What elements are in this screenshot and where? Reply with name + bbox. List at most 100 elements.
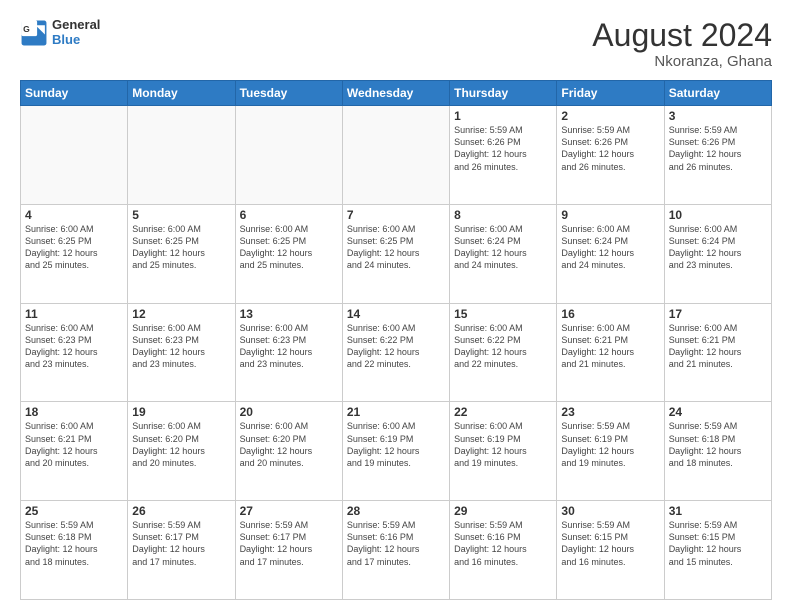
day-info: Sunrise: 5:59 AM Sunset: 6:17 PM Dayligh… (132, 519, 230, 568)
day-info: Sunrise: 6:00 AM Sunset: 6:19 PM Dayligh… (347, 420, 445, 469)
day-info: Sunrise: 6:00 AM Sunset: 6:21 PM Dayligh… (25, 420, 123, 469)
page: G General Blue August 2024 Nkoranza, Gha… (0, 0, 792, 612)
day-number: 11 (25, 307, 123, 321)
day-number: 28 (347, 504, 445, 518)
calendar-cell: 25Sunrise: 5:59 AM Sunset: 6:18 PM Dayli… (21, 501, 128, 600)
calendar-cell: 5Sunrise: 6:00 AM Sunset: 6:25 PM Daylig… (128, 204, 235, 303)
logo-icon: G (20, 19, 48, 47)
day-number: 2 (561, 109, 659, 123)
col-monday: Monday (128, 81, 235, 106)
day-number: 10 (669, 208, 767, 222)
day-info: Sunrise: 5:59 AM Sunset: 6:15 PM Dayligh… (561, 519, 659, 568)
calendar-cell: 31Sunrise: 5:59 AM Sunset: 6:15 PM Dayli… (664, 501, 771, 600)
calendar-cell: 10Sunrise: 6:00 AM Sunset: 6:24 PM Dayli… (664, 204, 771, 303)
calendar-cell: 23Sunrise: 5:59 AM Sunset: 6:19 PM Dayli… (557, 402, 664, 501)
day-info: Sunrise: 6:00 AM Sunset: 6:25 PM Dayligh… (132, 223, 230, 272)
calendar-table: Sunday Monday Tuesday Wednesday Thursday… (20, 80, 772, 600)
week-row-1: 4Sunrise: 6:00 AM Sunset: 6:25 PM Daylig… (21, 204, 772, 303)
day-number: 6 (240, 208, 338, 222)
day-number: 13 (240, 307, 338, 321)
col-tuesday: Tuesday (235, 81, 342, 106)
day-number: 23 (561, 405, 659, 419)
day-info: Sunrise: 5:59 AM Sunset: 6:18 PM Dayligh… (669, 420, 767, 469)
day-info: Sunrise: 6:00 AM Sunset: 6:25 PM Dayligh… (25, 223, 123, 272)
day-info: Sunrise: 6:00 AM Sunset: 6:23 PM Dayligh… (240, 322, 338, 371)
week-row-4: 25Sunrise: 5:59 AM Sunset: 6:18 PM Dayli… (21, 501, 772, 600)
calendar-cell: 21Sunrise: 6:00 AM Sunset: 6:19 PM Dayli… (342, 402, 449, 501)
week-row-2: 11Sunrise: 6:00 AM Sunset: 6:23 PM Dayli… (21, 303, 772, 402)
col-saturday: Saturday (664, 81, 771, 106)
calendar-header-row: Sunday Monday Tuesday Wednesday Thursday… (21, 81, 772, 106)
day-number: 15 (454, 307, 552, 321)
day-info: Sunrise: 6:00 AM Sunset: 6:21 PM Dayligh… (669, 322, 767, 371)
day-info: Sunrise: 6:00 AM Sunset: 6:25 PM Dayligh… (240, 223, 338, 272)
day-number: 14 (347, 307, 445, 321)
day-number: 30 (561, 504, 659, 518)
day-info: Sunrise: 6:00 AM Sunset: 6:23 PM Dayligh… (132, 322, 230, 371)
day-number: 18 (25, 405, 123, 419)
calendar-cell: 2Sunrise: 5:59 AM Sunset: 6:26 PM Daylig… (557, 106, 664, 205)
calendar-cell: 12Sunrise: 6:00 AM Sunset: 6:23 PM Dayli… (128, 303, 235, 402)
day-number: 3 (669, 109, 767, 123)
calendar-cell: 30Sunrise: 5:59 AM Sunset: 6:15 PM Dayli… (557, 501, 664, 600)
day-number: 7 (347, 208, 445, 222)
day-info: Sunrise: 6:00 AM Sunset: 6:24 PM Dayligh… (561, 223, 659, 272)
calendar-cell: 14Sunrise: 6:00 AM Sunset: 6:22 PM Dayli… (342, 303, 449, 402)
calendar-cell: 13Sunrise: 6:00 AM Sunset: 6:23 PM Dayli… (235, 303, 342, 402)
title-block: August 2024 Nkoranza, Ghana (592, 18, 772, 70)
day-info: Sunrise: 6:00 AM Sunset: 6:20 PM Dayligh… (132, 420, 230, 469)
day-info: Sunrise: 5:59 AM Sunset: 6:26 PM Dayligh… (454, 124, 552, 173)
day-info: Sunrise: 6:00 AM Sunset: 6:24 PM Dayligh… (669, 223, 767, 272)
day-info: Sunrise: 5:59 AM Sunset: 6:15 PM Dayligh… (669, 519, 767, 568)
calendar-cell (128, 106, 235, 205)
calendar-cell: 28Sunrise: 5:59 AM Sunset: 6:16 PM Dayli… (342, 501, 449, 600)
day-info: Sunrise: 5:59 AM Sunset: 6:18 PM Dayligh… (25, 519, 123, 568)
calendar-cell: 8Sunrise: 6:00 AM Sunset: 6:24 PM Daylig… (450, 204, 557, 303)
day-number: 19 (132, 405, 230, 419)
day-info: Sunrise: 6:00 AM Sunset: 6:21 PM Dayligh… (561, 322, 659, 371)
col-wednesday: Wednesday (342, 81, 449, 106)
calendar-cell: 17Sunrise: 6:00 AM Sunset: 6:21 PM Dayli… (664, 303, 771, 402)
day-number: 16 (561, 307, 659, 321)
header: G General Blue August 2024 Nkoranza, Gha… (20, 18, 772, 70)
day-number: 25 (25, 504, 123, 518)
day-info: Sunrise: 6:00 AM Sunset: 6:20 PM Dayligh… (240, 420, 338, 469)
svg-text:G: G (23, 24, 30, 34)
calendar-cell: 6Sunrise: 6:00 AM Sunset: 6:25 PM Daylig… (235, 204, 342, 303)
day-info: Sunrise: 6:00 AM Sunset: 6:19 PM Dayligh… (454, 420, 552, 469)
day-number: 31 (669, 504, 767, 518)
calendar-cell: 3Sunrise: 5:59 AM Sunset: 6:26 PM Daylig… (664, 106, 771, 205)
day-number: 27 (240, 504, 338, 518)
day-number: 21 (347, 405, 445, 419)
calendar-cell: 24Sunrise: 5:59 AM Sunset: 6:18 PM Dayli… (664, 402, 771, 501)
day-info: Sunrise: 5:59 AM Sunset: 6:17 PM Dayligh… (240, 519, 338, 568)
day-number: 29 (454, 504, 552, 518)
col-thursday: Thursday (450, 81, 557, 106)
day-info: Sunrise: 5:59 AM Sunset: 6:16 PM Dayligh… (454, 519, 552, 568)
calendar-cell: 4Sunrise: 6:00 AM Sunset: 6:25 PM Daylig… (21, 204, 128, 303)
calendar-cell: 19Sunrise: 6:00 AM Sunset: 6:20 PM Dayli… (128, 402, 235, 501)
day-info: Sunrise: 6:00 AM Sunset: 6:22 PM Dayligh… (347, 322, 445, 371)
day-number: 9 (561, 208, 659, 222)
calendar-cell: 11Sunrise: 6:00 AM Sunset: 6:23 PM Dayli… (21, 303, 128, 402)
col-friday: Friday (557, 81, 664, 106)
logo: G General Blue (20, 18, 100, 48)
day-info: Sunrise: 6:00 AM Sunset: 6:23 PM Dayligh… (25, 322, 123, 371)
day-info: Sunrise: 5:59 AM Sunset: 6:26 PM Dayligh… (669, 124, 767, 173)
calendar-cell: 20Sunrise: 6:00 AM Sunset: 6:20 PM Dayli… (235, 402, 342, 501)
day-info: Sunrise: 6:00 AM Sunset: 6:25 PM Dayligh… (347, 223, 445, 272)
day-number: 20 (240, 405, 338, 419)
main-title: August 2024 (592, 18, 772, 53)
day-number: 22 (454, 405, 552, 419)
day-number: 17 (669, 307, 767, 321)
day-info: Sunrise: 6:00 AM Sunset: 6:22 PM Dayligh… (454, 322, 552, 371)
day-number: 12 (132, 307, 230, 321)
calendar-cell (235, 106, 342, 205)
calendar-cell (342, 106, 449, 205)
calendar-cell: 18Sunrise: 6:00 AM Sunset: 6:21 PM Dayli… (21, 402, 128, 501)
calendar-cell: 7Sunrise: 6:00 AM Sunset: 6:25 PM Daylig… (342, 204, 449, 303)
logo-text: General Blue (52, 18, 100, 48)
day-number: 26 (132, 504, 230, 518)
calendar-cell (21, 106, 128, 205)
calendar-cell: 1Sunrise: 5:59 AM Sunset: 6:26 PM Daylig… (450, 106, 557, 205)
